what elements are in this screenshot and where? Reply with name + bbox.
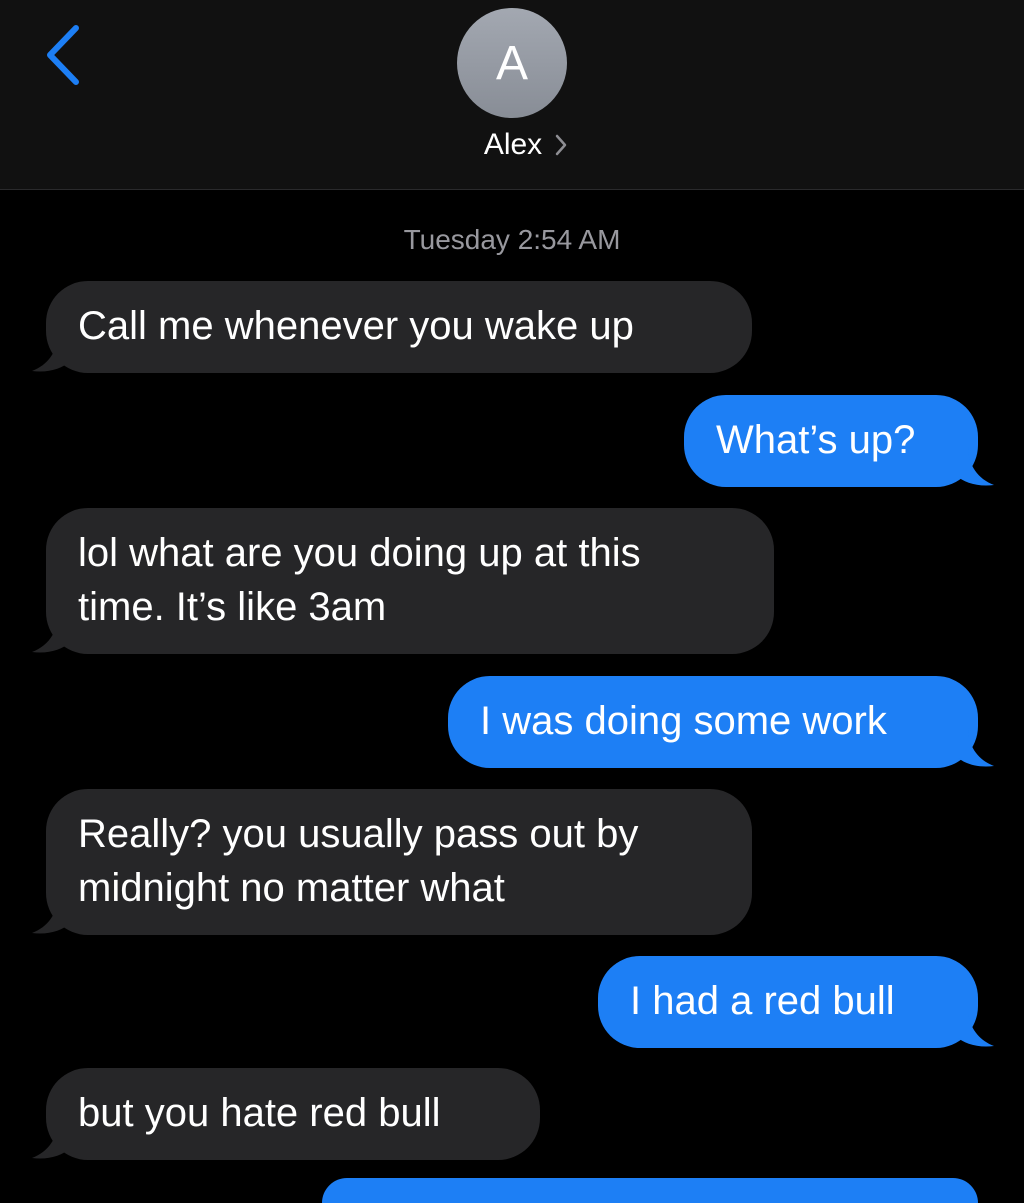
incoming-message-bubble[interactable]: Really? you usually pass out by midnight… xyxy=(46,789,752,935)
outgoing-message-bubble[interactable]: What’s up? xyxy=(684,395,978,487)
outgoing-message-bubble[interactable]: I had a red bull xyxy=(598,956,978,1048)
outgoing-message-bubble-partial[interactable] xyxy=(322,1178,978,1203)
incoming-message-bubble[interactable]: but you hate red bull xyxy=(46,1068,540,1160)
incoming-message-bubble[interactable]: lol what are you doing up at this time. … xyxy=(46,508,774,654)
incoming-message-bubble[interactable]: Call me whenever you wake up xyxy=(46,281,752,373)
message-thread: Call me whenever you wake up What’s up? lo… xyxy=(0,0,1024,1203)
outgoing-message-bubble[interactable]: I was doing some work xyxy=(448,676,978,768)
